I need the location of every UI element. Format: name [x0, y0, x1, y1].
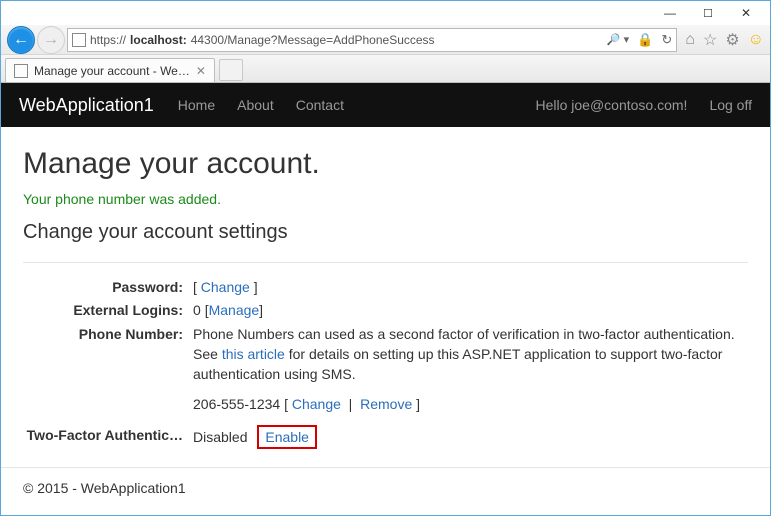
password-label: Password:	[23, 277, 193, 297]
bracket: [	[193, 279, 201, 295]
bracket: [	[284, 396, 292, 412]
enable-two-factor-link[interactable]: Enable	[265, 429, 309, 445]
bracket: ]	[250, 279, 258, 295]
external-logins-label: External Logins:	[23, 300, 193, 320]
separator: |	[341, 396, 360, 412]
nav-about[interactable]: About	[237, 97, 274, 113]
manage-external-logins-link[interactable]: Manage	[209, 302, 260, 318]
lock-icon: 🔒	[637, 32, 653, 48]
section-heading: Change your account settings	[23, 221, 748, 244]
divider	[23, 262, 748, 263]
favorites-icon[interactable]: ☆	[703, 30, 717, 50]
bracket: ]	[412, 396, 420, 412]
page-icon	[72, 33, 86, 47]
external-logins-count: 0	[193, 302, 201, 318]
browser-tab-active[interactable]: Manage your account - We… ✕	[5, 58, 215, 82]
empty-label	[23, 394, 193, 414]
enable-two-factor-highlight: Enable	[257, 425, 317, 449]
home-icon[interactable]: ⌂	[685, 31, 695, 49]
smiley-icon[interactable]: ☺	[748, 31, 764, 49]
change-password-link[interactable]: Change	[201, 279, 250, 295]
this-article-link[interactable]: this article	[222, 346, 285, 362]
two-factor-status: Disabled	[193, 429, 247, 445]
phone-number-label: Phone Number:	[23, 324, 193, 385]
close-tab-icon[interactable]: ✕	[196, 64, 206, 78]
success-message: Your phone number was added.	[23, 191, 748, 207]
new-tab-button[interactable]	[219, 59, 243, 81]
url-protocol: https://	[90, 33, 126, 47]
search-dropdown-icon[interactable]: 🔎 ▾	[607, 33, 629, 46]
nav-greeting[interactable]: Hello joe@contoso.com!	[535, 97, 687, 113]
browser-forward-button[interactable]: →	[37, 26, 65, 54]
brand-link[interactable]: WebApplication1	[19, 95, 154, 116]
window-maximize-button[interactable]: ☐	[690, 4, 726, 22]
nav-contact[interactable]: Contact	[296, 97, 344, 113]
window-close-button[interactable]: ✕	[728, 4, 764, 22]
arrow-right-icon: →	[43, 31, 59, 49]
nav-logoff[interactable]: Log off	[709, 97, 752, 113]
refresh-icon[interactable]: ↻	[661, 32, 672, 48]
tools-gear-icon[interactable]: ⚙	[725, 30, 739, 50]
window-minimize-button[interactable]: —	[652, 4, 688, 22]
page-icon	[14, 64, 28, 78]
remove-phone-link[interactable]: Remove	[360, 396, 412, 412]
address-bar[interactable]: https:// localhost: 44300/Manage?Message=A…	[67, 28, 677, 52]
tab-title: Manage your account - We…	[34, 64, 190, 78]
arrow-left-icon: ←	[13, 31, 29, 49]
url-path: 44300/Manage?Message=AddPhoneSuccess	[191, 33, 435, 47]
bracket: ]	[259, 302, 263, 318]
phone-number-value: 206-555-1234	[193, 396, 280, 412]
page-title: Manage your account.	[23, 147, 748, 181]
two-factor-label: Two-Factor Authentic…	[23, 425, 193, 449]
nav-home[interactable]: Home	[178, 97, 215, 113]
footer-text: © 2015 - WebApplication1	[1, 468, 770, 508]
url-host: localhost:	[130, 33, 187, 47]
change-phone-link[interactable]: Change	[292, 396, 341, 412]
browser-back-button[interactable]: ←	[7, 26, 35, 54]
